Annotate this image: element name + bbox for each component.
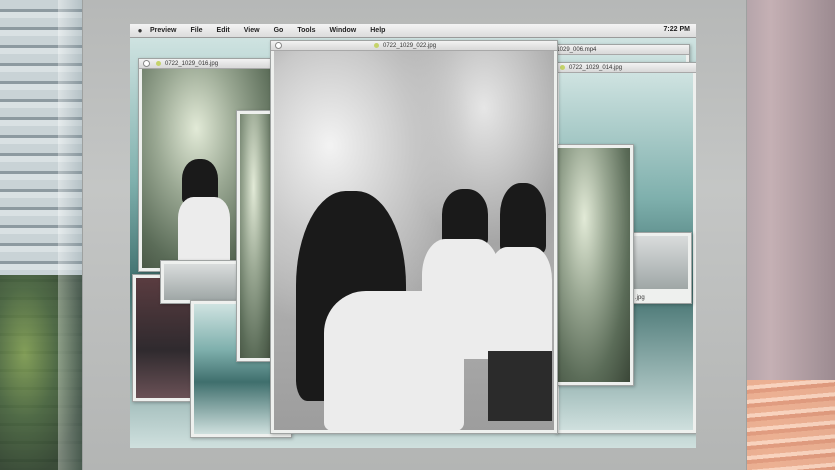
window-title: 0722_1029_014.jpg — [569, 64, 623, 71]
window-titlebar[interactable]: 0722_1029_014.jpg — [556, 63, 696, 73]
figure-hair — [442, 189, 488, 245]
image-content — [554, 148, 630, 382]
monitor-screen: ● Preview File Edit View Go Tools Window… — [130, 24, 696, 448]
menu-go[interactable]: Go — [274, 27, 284, 34]
image-file-icon — [560, 65, 565, 70]
image-file-icon — [374, 43, 379, 48]
glass-panel — [58, 0, 82, 470]
menu-view[interactable]: View — [244, 27, 260, 34]
menu-tools[interactable]: Tools — [297, 27, 315, 34]
window-image-small[interactable]: .jpg — [630, 232, 692, 304]
apple-logo-icon[interactable]: ● — [130, 26, 150, 35]
close-icon[interactable] — [143, 60, 150, 67]
window-title: 0722_1029_022.jpg — [383, 42, 437, 49]
menu-edit[interactable]: Edit — [217, 27, 230, 34]
window-titlebar[interactable]: 0722_1029_022.jpg — [271, 41, 557, 51]
image-content — [274, 51, 554, 431]
figure-shirt — [488, 247, 552, 357]
menu-window[interactable]: Window — [329, 27, 356, 34]
wall — [743, 0, 835, 470]
figure-hair — [500, 183, 546, 253]
menu-bar: ● Preview File Edit View Go Tools Window… — [130, 24, 696, 38]
window-image-forest[interactable] — [550, 144, 634, 386]
menu-file[interactable]: File — [190, 27, 202, 34]
window-title: _1029_006.mp4 — [553, 46, 597, 53]
image-file-icon — [156, 61, 161, 66]
window-titlebar[interactable]: _1029_006.mp4 — [549, 45, 689, 55]
image-content — [240, 114, 274, 358]
figure-skirt — [488, 351, 552, 421]
window-image-strip[interactable] — [160, 260, 248, 304]
figure-shirt — [178, 197, 230, 267]
window-title: 0722_1029_016.jpg — [165, 60, 219, 67]
menu-preview[interactable]: Preview — [150, 27, 176, 34]
close-icon[interactable] — [275, 42, 282, 49]
window-blinds — [0, 0, 82, 470]
image-content — [164, 264, 244, 300]
image-content — [634, 236, 688, 289]
menu-help[interactable]: Help — [370, 27, 385, 34]
window-title: .jpg — [635, 295, 645, 301]
window-image-022[interactable]: 0722_1029_022.jpg — [270, 40, 558, 434]
window-titlebar[interactable]: 0722_1029_016.jpg — [139, 59, 281, 69]
secondary-screen-glow — [745, 380, 835, 470]
menu-clock[interactable]: 7:22 PM — [664, 26, 690, 33]
